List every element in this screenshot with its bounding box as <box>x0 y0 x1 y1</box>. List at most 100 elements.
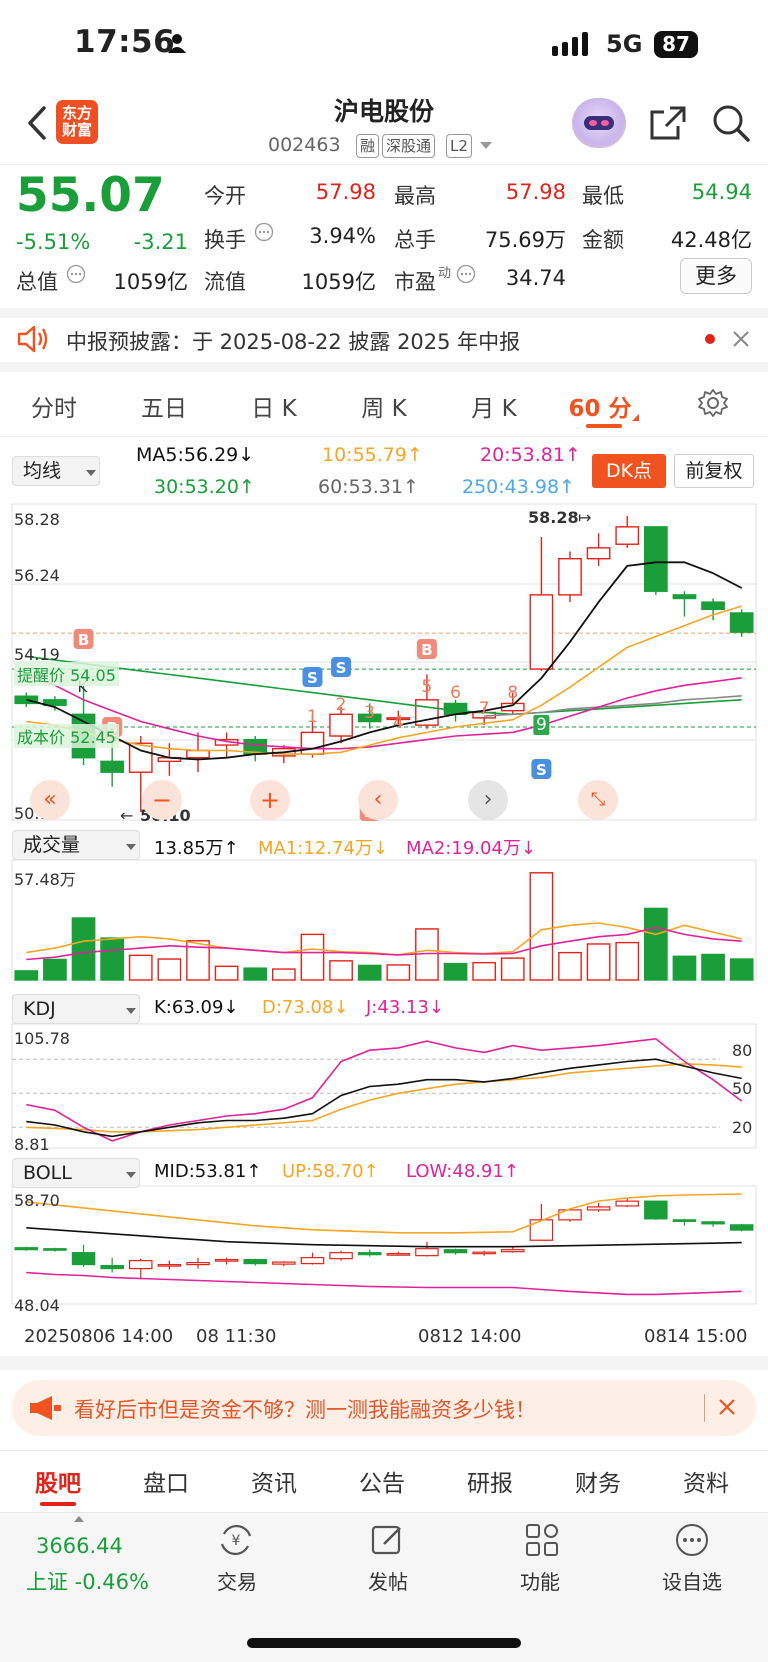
dock-trade-label[interactable]: 交易 <box>182 1566 292 1595</box>
kdj-k: K:63.09↓ <box>154 997 239 1018</box>
sell-signal-label: S <box>336 659 347 677</box>
candle-body <box>128 742 153 773</box>
edit-post-icon[interactable] <box>370 1522 406 1562</box>
sequence-number: 3 <box>364 703 375 723</box>
boll-low: LOW:48.91↑ <box>406 1161 519 1182</box>
tab-forum[interactable]: 股吧 <box>8 1464 108 1498</box>
boll-candle-body <box>386 1253 411 1256</box>
kdj-d: D:73.08↓ <box>262 997 349 1018</box>
volume-bar <box>243 967 268 981</box>
expand-icon[interactable]: ⤡ <box>578 780 618 820</box>
scroll-right-icon[interactable]: › <box>468 780 508 820</box>
sequence-number: 4 <box>393 713 404 733</box>
candle-body <box>643 526 668 592</box>
boll-candle-body <box>272 1261 296 1265</box>
boll-mid: MID:53.81↑ <box>154 1161 262 1182</box>
ad-text[interactable]: 看好后市但是资金不够？测一测我能融资多少钱！ <box>74 1394 536 1424</box>
boll-candle-body <box>186 1262 210 1266</box>
ma5-line <box>26 561 743 761</box>
boll-candle-body <box>329 1252 353 1260</box>
chevron-down-icon <box>126 1172 136 1178</box>
boll-up: UP:58.70↑ <box>282 1161 379 1182</box>
time-label: 20250806 14:00 <box>24 1326 174 1347</box>
close-icon[interactable] <box>718 1398 736 1420</box>
boll-low-line <box>26 1271 742 1296</box>
candle-body <box>300 731 325 755</box>
divider <box>704 1394 705 1422</box>
boll-candle-body <box>157 1264 182 1267</box>
volume-bar <box>329 960 353 981</box>
tab-announcements[interactable]: 公告 <box>332 1464 432 1498</box>
boll-candle-body <box>415 1248 439 1257</box>
kdj-j: J:43.13↓ <box>366 997 444 1018</box>
dock-function-label[interactable]: 功能 <box>485 1566 595 1595</box>
axis-label: 58.70 <box>14 1191 60 1210</box>
volume-bar <box>729 958 754 981</box>
boll-candle-body <box>729 1224 754 1231</box>
axis-label: 57.48万 <box>14 870 76 889</box>
boll-select[interactable]: BOLL <box>12 1158 140 1188</box>
boll-candle-body <box>501 1249 525 1253</box>
yen-exchange-icon[interactable]: ¥ <box>216 1522 256 1562</box>
tab-profile[interactable]: 资料 <box>656 1464 756 1498</box>
cost-price-tag[interactable]: 成本价 52.45 <box>14 724 119 748</box>
volume-bar <box>100 937 125 981</box>
dock-post-label[interactable]: 发帖 <box>333 1566 443 1595</box>
volume-select[interactable]: 成交量 <box>12 830 140 860</box>
axis-label: 50 <box>732 1079 753 1098</box>
candle-body <box>529 594 554 670</box>
tab-news[interactable]: 资讯 <box>224 1464 324 1498</box>
kdj-j-line <box>26 1037 743 1142</box>
kdj-k-line <box>26 1058 742 1138</box>
volume-bar <box>558 951 582 981</box>
arrow-left-icon: ← <box>120 806 134 825</box>
buy-signal-label: B <box>421 641 432 659</box>
chevron-down-icon <box>126 844 136 850</box>
boll-candle-body <box>129 1260 153 1270</box>
zoom-out-icon[interactable]: − <box>142 780 182 820</box>
volume-value: 13.85万↑ <box>154 838 239 859</box>
time-label: 0812 14:00 <box>418 1326 522 1347</box>
time-label: 08 11:30 <box>196 1326 277 1347</box>
candle-body <box>586 547 611 560</box>
candle-body <box>729 612 754 633</box>
tab-finance[interactable]: 财务 <box>548 1464 648 1498</box>
more-dots-icon[interactable] <box>674 1522 710 1562</box>
scroll-left-icon[interactable]: ‹ <box>358 780 398 820</box>
axis-label: 20 <box>732 1118 753 1137</box>
tab-research[interactable]: 研报 <box>440 1464 540 1498</box>
arrow-right-icon: ↦ <box>578 508 592 527</box>
sequence-number: 9 <box>536 715 547 735</box>
axis-label: 80 <box>732 1041 753 1060</box>
boll-candle-body <box>615 1200 639 1207</box>
zoom-in-icon[interactable]: + <box>250 780 290 820</box>
volume-bar <box>529 872 554 981</box>
high-mark: 58.28 <box>528 508 579 527</box>
megaphone-icon <box>28 1394 62 1426</box>
boll-candle-body <box>644 1200 668 1220</box>
grid-apps-icon[interactable] <box>524 1522 560 1562</box>
candle-body <box>558 557 582 596</box>
boll-candle-body <box>214 1259 239 1262</box>
volume-bar <box>643 907 668 981</box>
volume-bar <box>271 968 296 981</box>
scroll-left-fast-icon[interactable]: « <box>30 780 70 820</box>
alert-price-tag[interactable]: 提醒价 54.05 <box>14 662 119 686</box>
candle-body <box>615 526 640 545</box>
sequence-number: 2 <box>336 695 347 715</box>
kdj-select[interactable]: KDJ <box>12 994 140 1024</box>
volume-bar <box>443 962 468 981</box>
volume-bar <box>214 965 239 981</box>
index-value[interactable]: 3666.44 <box>36 1534 123 1558</box>
volume-bar <box>500 957 525 981</box>
index-name[interactable]: 上证 -0.46% <box>26 1566 149 1596</box>
candle-body <box>672 594 697 600</box>
dock-watchlist-label[interactable]: 设自选 <box>637 1566 747 1595</box>
axis-label: 105.78 <box>14 1029 70 1048</box>
volume-bar <box>157 958 182 981</box>
boll-up-line <box>26 1193 742 1234</box>
boll-candle-body <box>672 1219 697 1222</box>
tab-order-book[interactable]: 盘口 <box>116 1464 216 1498</box>
time-label: 0814 15:00 <box>644 1326 748 1347</box>
axis-label: 48.04 <box>14 1296 60 1315</box>
